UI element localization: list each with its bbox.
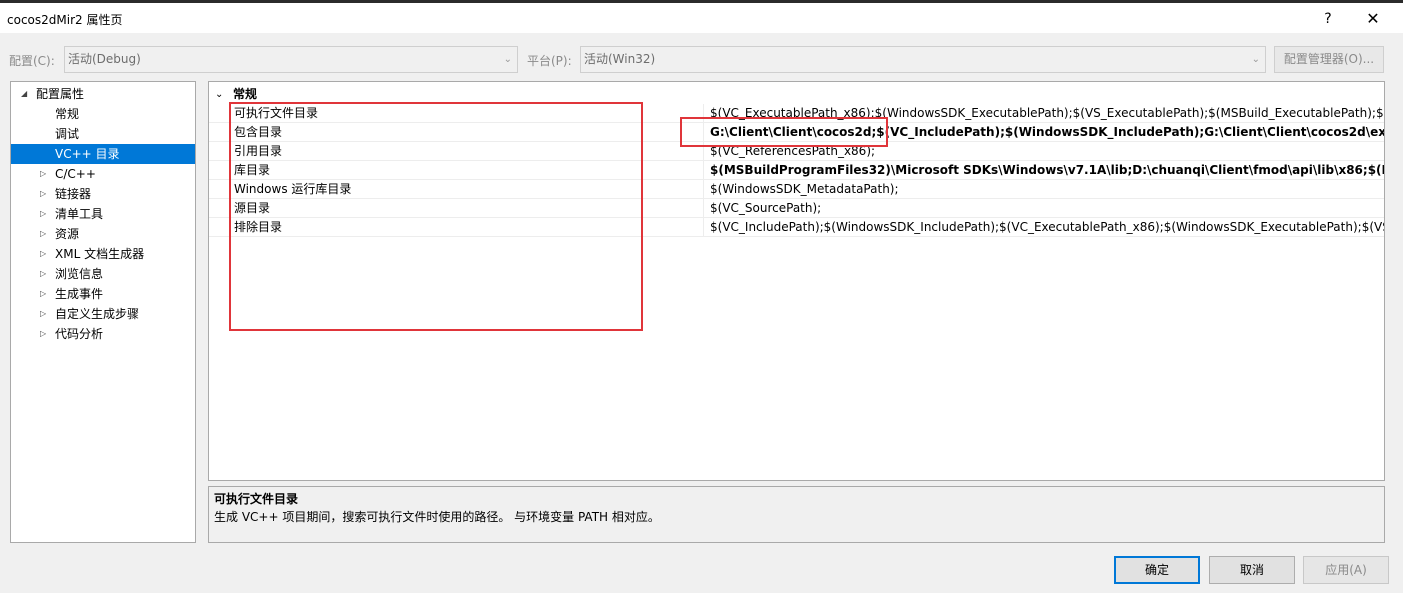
tree-item-label: C/C++ xyxy=(55,167,96,181)
chevron-down-icon: ⌄ xyxy=(503,54,512,65)
expand-triangle-icon[interactable]: ▷ xyxy=(40,204,46,224)
tree-item-label: 代码分析 xyxy=(55,327,104,341)
tree-item-label: 生成事件 xyxy=(55,287,104,301)
platform-value: 活动(Win32) xyxy=(584,52,656,66)
config-label: 配置(C): xyxy=(9,54,55,68)
tree-item[interactable]: ▷ 代码分析 xyxy=(11,324,195,344)
property-value[interactable]: $(VC_SourcePath); xyxy=(710,199,1384,217)
tree-item[interactable]: 调试 xyxy=(11,124,195,144)
config-combo[interactable]: 活动(Debug) ⌄ xyxy=(64,46,518,73)
category-label: 常规 xyxy=(233,87,258,101)
expand-triangle-icon[interactable]: ▷ xyxy=(40,244,46,264)
tree-item[interactable]: 常规 xyxy=(11,104,195,124)
expanded-triangle-icon: ◢ xyxy=(21,89,28,98)
tree-item-label: 自定义生成步骤 xyxy=(55,307,140,321)
description-title: 可执行文件目录 xyxy=(214,492,299,506)
tree-item[interactable]: ▷ 生成事件 xyxy=(11,284,195,304)
description-panel: 可执行文件目录 生成 VC++ 项目期间，搜索可执行文件时使用的路径。 与环境变… xyxy=(208,486,1385,543)
property-value[interactable]: $(VC_IncludePath);$(WindowsSDK_IncludePa… xyxy=(710,218,1384,236)
tree-item-label: 常规 xyxy=(55,107,80,121)
tree-item-label: XML 文档生成器 xyxy=(55,247,145,261)
title-bar: cocos2dMir2 属性页 ? ✕ xyxy=(0,3,1403,33)
property-value[interactable]: $(WindowsSDK_MetadataPath); xyxy=(710,180,1384,198)
property-value[interactable]: $(MSBuildProgramFiles32)\Microsoft SDKs\… xyxy=(710,161,1384,179)
platform-combo[interactable]: 活动(Win32) ⌄ xyxy=(580,46,1266,73)
tree-item[interactable]: ▷ 自定义生成步骤 xyxy=(11,304,195,324)
property-tree: ◢ 配置属性 常规调试 VC++ 目录 ▷ C/C++ ▷ 链接器 ▷ 清单工具 ▷ 资源 ▷ XML… xyxy=(10,81,196,543)
description-text: 生成 VC++ 项目期间，搜索可执行文件时使用的路径。 与环境变量 PATH 相… xyxy=(214,510,660,524)
close-button[interactable]: ✕ xyxy=(1358,6,1388,32)
tree-item-label: VC++ 目录 xyxy=(55,147,120,161)
tree-root-label: 配置属性 xyxy=(36,87,85,101)
config-manager-button[interactable]: 配置管理器(O)... xyxy=(1274,46,1384,73)
annotation-box-names xyxy=(229,102,643,331)
help-button[interactable]: ? xyxy=(1316,6,1340,32)
tree-item[interactable]: ▷ 清单工具 xyxy=(11,204,195,224)
expand-triangle-icon[interactable]: ▷ xyxy=(40,324,46,344)
config-value: 活动(Debug) xyxy=(68,52,141,66)
tree-item[interactable]: ▷ 资源 xyxy=(11,224,195,244)
tree-item-label: 资源 xyxy=(55,227,80,241)
chevron-down-icon: ⌄ xyxy=(1251,54,1260,65)
category-row[interactable]: ⌄ 常规 xyxy=(209,86,1384,103)
expand-triangle-icon[interactable]: ▷ xyxy=(40,164,46,184)
expand-triangle-icon[interactable]: ▷ xyxy=(40,184,46,204)
tree-root[interactable]: ◢ 配置属性 xyxy=(11,84,195,104)
tree-item-label: 浏览信息 xyxy=(55,267,104,281)
tree-item-label: 链接器 xyxy=(55,187,92,201)
cancel-button[interactable]: 取消 xyxy=(1209,556,1295,584)
expand-triangle-icon[interactable]: ▷ xyxy=(40,304,46,324)
ok-button[interactable]: 确定 xyxy=(1114,556,1200,584)
tree-item-label: 调试 xyxy=(55,127,80,141)
tree-item[interactable]: VC++ 目录 xyxy=(11,144,195,164)
tree-item[interactable]: ▷ 浏览信息 xyxy=(11,264,195,284)
tree-item[interactable]: ▷ XML 文档生成器 xyxy=(11,244,195,264)
platform-label: 平台(P): xyxy=(527,54,572,68)
expand-triangle-icon[interactable]: ▷ xyxy=(40,224,46,244)
tree-item-label: 清单工具 xyxy=(55,207,104,221)
expand-triangle-icon[interactable]: ▷ xyxy=(40,264,46,284)
tree-item[interactable]: ▷ C/C++ xyxy=(11,164,195,184)
expand-triangle-icon[interactable]: ▷ xyxy=(40,284,46,304)
apply-button[interactable]: 应用(A) xyxy=(1303,556,1389,584)
annotation-box-include-value xyxy=(680,117,888,147)
chevron-down-icon: ⌄ xyxy=(215,89,224,100)
window-title: cocos2dMir2 属性页 xyxy=(7,13,123,27)
tree-item[interactable]: ▷ 链接器 xyxy=(11,184,195,204)
